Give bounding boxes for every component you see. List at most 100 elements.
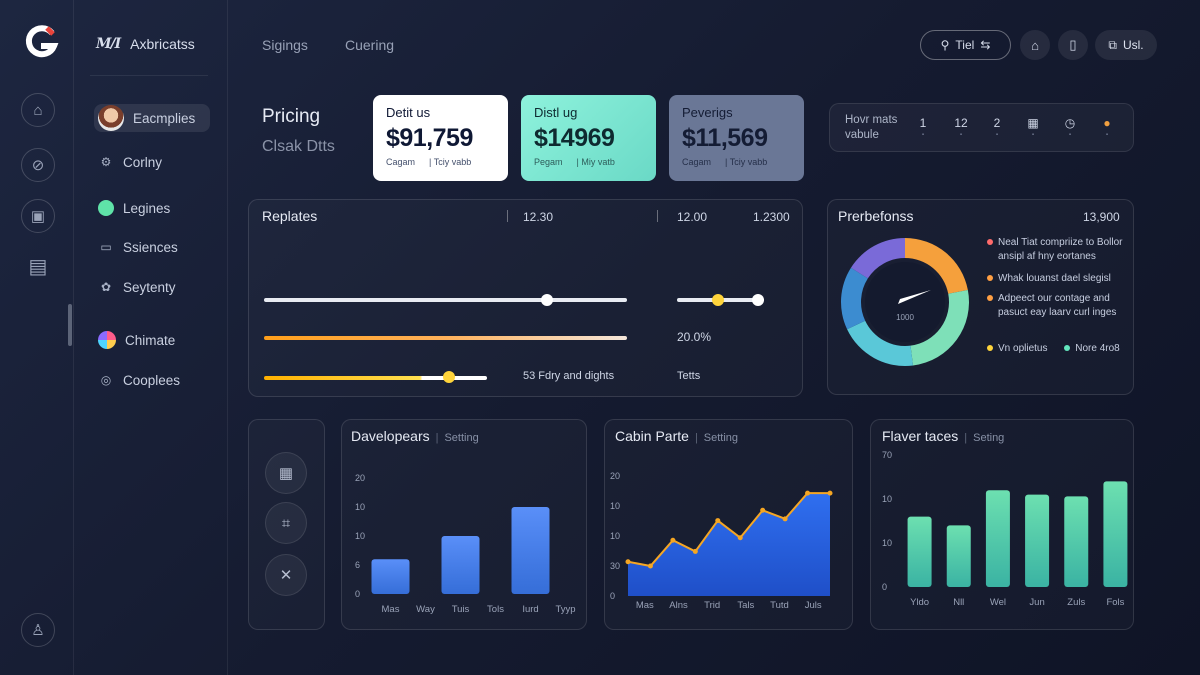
stat-foot-right: | Tciy vabb	[725, 157, 768, 167]
slider-thumb-3[interactable]	[443, 371, 456, 383]
x-tick-label: Tyyp	[555, 604, 575, 615]
tag-icon[interactable]: ⌗	[265, 502, 307, 544]
bar-chart-flaver: 70 10 10 0 Yldo Nll Wel Jun Zuls Fols	[882, 450, 1128, 608]
data-point	[692, 548, 698, 554]
bar	[985, 490, 1010, 587]
nav-tab-cuering[interactable]: Cuering	[345, 37, 394, 53]
chart-title-text: Davelopears	[351, 428, 430, 444]
chart-title-text: Cabin Parte	[615, 428, 689, 444]
stat-foot-left: Cagam	[682, 157, 712, 167]
nav-tab-sigings[interactable]: Sigings	[262, 37, 308, 53]
y-tick-label: 0	[610, 591, 615, 601]
sidebar-item-label: Seytenty	[123, 279, 176, 295]
sidebar-item-seytenty[interactable]: ✿ Seytenty	[94, 273, 210, 301]
legend-text: pasuct eay laarv curl inges	[998, 307, 1117, 318]
document-icon[interactable]: ▤	[21, 249, 55, 283]
area-fill	[628, 493, 830, 596]
legend-dot	[987, 345, 993, 352]
x-tick-label: Juls	[805, 600, 822, 611]
sidebar-item-label: Ssiences	[123, 239, 178, 255]
iconbar-cell-12[interactable]: 12 ▪	[950, 116, 972, 138]
slider-track-1[interactable]	[264, 298, 627, 302]
brand[interactable]: M/I Axbricatss	[96, 36, 195, 52]
search-button[interactable]: ⚲ Tiel ⇆	[920, 30, 1011, 60]
sidebar-item-legines[interactable]: Legines	[94, 194, 210, 222]
settings-icon: ⚙	[100, 155, 112, 169]
sidebar-item-label: Corlny	[123, 154, 163, 170]
user-menu-button[interactable]: ⧉ Usl.	[1095, 30, 1157, 60]
calendar-icon[interactable]: ▦ ▪	[1022, 116, 1044, 138]
account-icon: ⧉	[1108, 37, 1117, 52]
replates-title: Replates	[262, 208, 318, 224]
iconbar-cell-2[interactable]: 2 ▪	[986, 116, 1008, 138]
notification-icon[interactable]: ⌂	[1020, 30, 1050, 60]
quick-icon-bar: Hovr mats vabule 1 ▪ 12 ▪ 2 ▪ ▦ ▪ ◷ ▪ ● ▪	[829, 103, 1134, 152]
profile-icon[interactable]: ♙	[21, 613, 55, 647]
replates-col1: 12.30	[523, 210, 554, 224]
y-tick-label: 6	[355, 560, 360, 570]
user-label: Usl.	[1122, 38, 1144, 52]
x-tick-label: Iurd	[522, 604, 538, 615]
x-tick-label: Mas	[382, 604, 400, 615]
home-icon[interactable]: ⌂	[21, 93, 55, 127]
preferences-legend: Neal Tiat compriize to Bollor ansipl af …	[987, 236, 1123, 356]
x-tick-label: Nll	[953, 597, 964, 608]
iconbar-cell-1[interactable]: 1 ▪	[912, 116, 934, 138]
data-point	[827, 490, 833, 496]
close-icon[interactable]: ✕	[265, 554, 307, 596]
legend-item: pasuct eay laarv curl inges	[987, 306, 1123, 320]
area-chart-cabin: 20 10 10 30 0 Mas Alns Trid Tals Tutd Juls	[610, 471, 833, 611]
x-tick-label: Tals	[737, 600, 754, 611]
stat-card[interactable]: Distl ug $14969 Pegam | Miy vatb	[521, 95, 656, 181]
slider-thumb-white[interactable]	[752, 294, 764, 306]
sidebar: M/I Axbricatss Eacmplies ⚙ Corlny Legine…	[74, 0, 228, 675]
page-header: Pricing Clsak Dtts	[262, 106, 335, 156]
x-tick-label: Alns	[669, 600, 688, 611]
progress-value: 20.0%	[677, 330, 712, 344]
iconbar-label: Hovr mats vabule	[845, 113, 897, 143]
iconbar-cell-text: 12	[954, 116, 968, 130]
bar	[371, 559, 410, 594]
sidebar-scrollbar[interactable]	[68, 304, 72, 346]
legend-dot	[987, 295, 993, 302]
data-point	[715, 518, 721, 524]
legend-text: Adpeect our contage and	[998, 293, 1110, 304]
search-icon: ⚲	[940, 38, 950, 52]
color-wheel-icon	[98, 331, 116, 349]
y-tick-label: 70	[882, 450, 892, 460]
compass-icon[interactable]: ⊘	[21, 148, 55, 182]
preferences-title: Prerbefonss	[838, 208, 914, 224]
legend-item: Adpeect our contage and	[987, 292, 1123, 306]
stat-foot-right: | Tciy vabb	[429, 157, 472, 167]
slider-value: Tetts	[677, 370, 701, 382]
legend-dot	[987, 239, 993, 246]
divider	[90, 75, 208, 76]
sidebar-item-ssiences[interactable]: ▭ Ssiences	[94, 233, 210, 261]
image-icon[interactable]: ▣	[21, 199, 55, 233]
x-tick-label: Way	[416, 604, 435, 615]
data-point	[737, 535, 743, 541]
clock-icon[interactable]: ◷ ▪	[1059, 116, 1081, 138]
iconbar-label-line2: vabule	[845, 129, 879, 141]
stat-foot-left: Cagam	[386, 157, 416, 167]
app-logo-icon[interactable]	[22, 24, 60, 62]
grid-icon[interactable]: ▦	[265, 452, 307, 494]
palette-icon[interactable]: ● ▪	[1096, 116, 1118, 138]
sidebar-item-examples[interactable]: Eacmplies	[94, 104, 210, 132]
y-tick-label: 30	[610, 561, 620, 571]
stat-card[interactable]: Detit us $91,759 Cagam | Tciy vabb	[373, 95, 508, 181]
sidebar-item-cooplees[interactable]: ◎ Cooplees	[94, 366, 210, 394]
stat-card[interactable]: Peverigs $11,569 Cagam | Tciy vabb	[669, 95, 804, 181]
bar	[1064, 496, 1089, 587]
device-icon[interactable]: ▯	[1058, 30, 1088, 60]
sidebar-item-chimate[interactable]: Chimate	[94, 326, 210, 354]
stat-label: Peverigs	[682, 105, 733, 120]
target-icon: ◎	[100, 373, 112, 387]
y-tick-label: 0	[355, 589, 360, 599]
slider-thumb-yellow[interactable]	[712, 294, 724, 306]
sidebar-item-corlny[interactable]: ⚙ Corlny	[94, 148, 210, 176]
green-dot-icon	[98, 200, 114, 216]
y-tick-label: 10	[610, 501, 620, 511]
gauge-label: 1000	[896, 313, 914, 322]
bar	[441, 536, 480, 594]
